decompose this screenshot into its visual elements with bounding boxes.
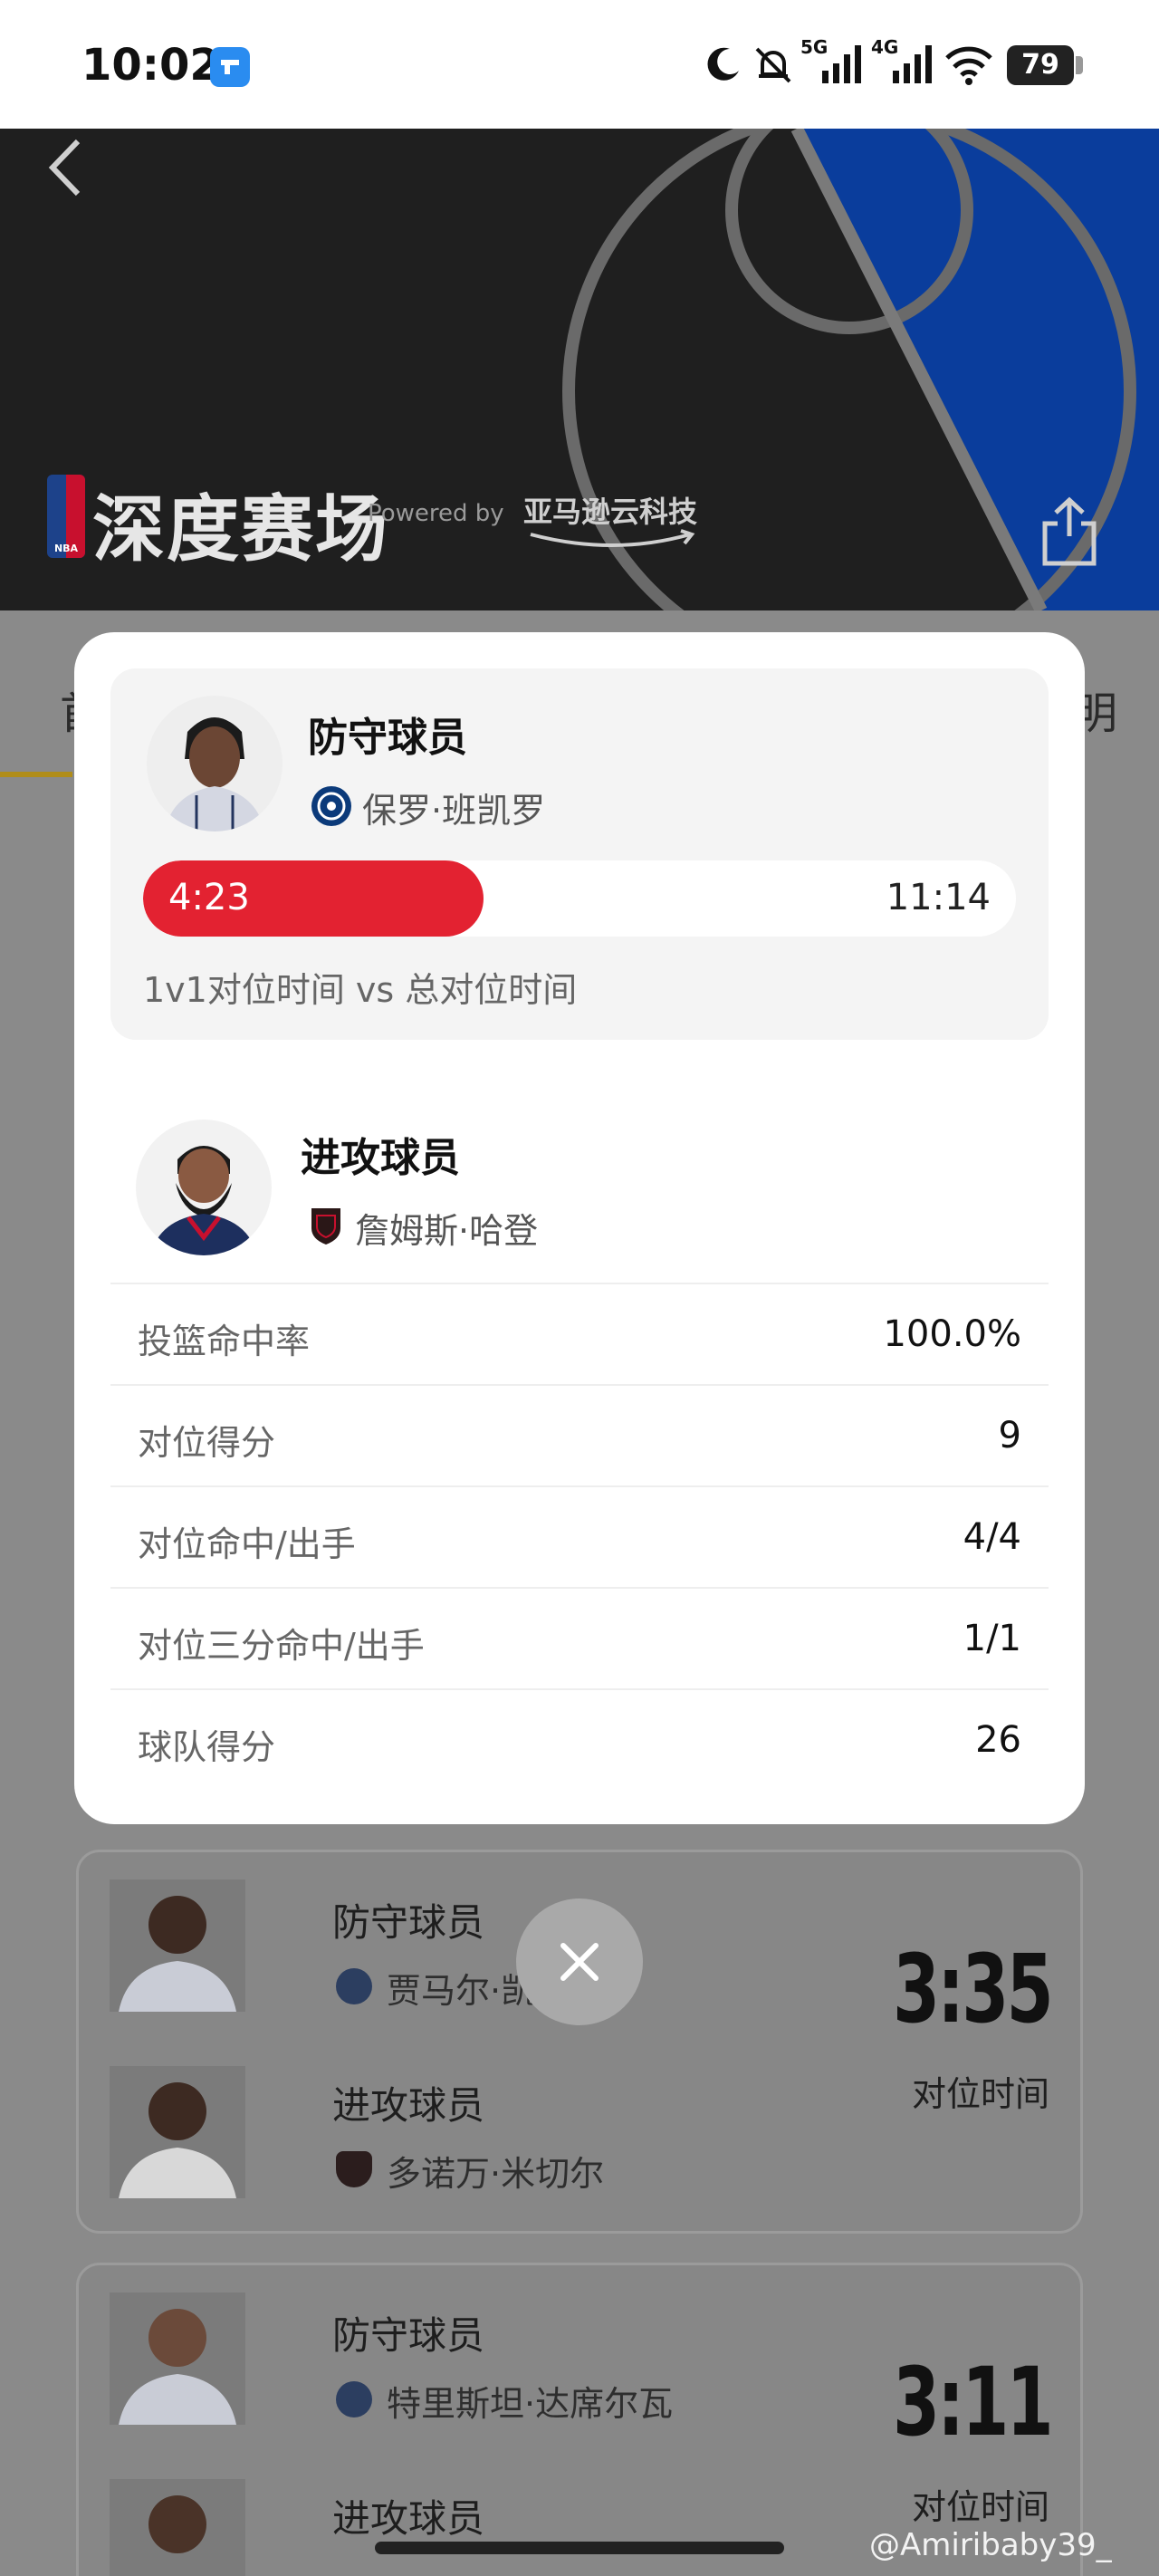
- defender-photo: [110, 2292, 245, 2425]
- stat-label: 投篮命中率: [138, 1322, 311, 1361]
- status-time: 10:02: [81, 40, 220, 91]
- app-notification-icon: [210, 47, 250, 87]
- matchup-time-value: 4:23: [168, 877, 250, 918]
- status-bar: 10:02 5G 4G 79: [0, 0, 1159, 129]
- defender-role: 防守球员: [308, 715, 467, 761]
- stat-value: 4/4: [963, 1516, 1021, 1558]
- battery-tip: [1076, 56, 1083, 74]
- stat-label: 对位得分: [138, 1423, 276, 1463]
- matchup-time-label: 对位时间: [911, 2487, 1049, 2527]
- attacker-role: 进攻球员: [332, 2083, 485, 2128]
- defender-panel: 防守球员 保罗·班凯罗 4:23 11:14 1v1对位时间 vs 总对位时间: [110, 668, 1049, 1040]
- defender-name: 保罗·班凯罗: [362, 791, 546, 831]
- magic-logo-icon: [311, 786, 351, 826]
- mute-bell-icon: [755, 47, 791, 83]
- matchup-time: 3:35: [893, 1934, 1054, 2044]
- stat-value: 1/1: [963, 1618, 1021, 1659]
- defender-photo: [110, 1879, 245, 2012]
- hero-title: 深度赛场: [92, 487, 389, 572]
- stat-row-fgm-fga: 对位命中/出手 4/4: [110, 1485, 1049, 1587]
- signal-5g-icon: [822, 45, 861, 83]
- close-modal-button[interactable]: [516, 1898, 643, 2025]
- matchup-detail-modal: 防守球员 保罗·班凯罗 4:23 11:14 1v1对位时间 vs 总对位时间 …: [74, 632, 1085, 1824]
- attacker-photo: [110, 2066, 245, 2198]
- partner-name: 亚马逊云科技: [523, 495, 698, 529]
- wifi-icon: [945, 46, 992, 85]
- stat-label: 对位命中/出手: [138, 1524, 356, 1564]
- stat-row-fg-pct: 投篮命中率 100.0%: [110, 1283, 1049, 1384]
- partner-smile-icon: [530, 529, 695, 547]
- attacker-photo: [110, 2479, 245, 2576]
- signal-4g-icon: [893, 45, 932, 83]
- matchup-time-bar: 4:23 11:14: [143, 860, 1016, 937]
- matchup-time-caption: 1v1对位时间 vs 总对位时间: [143, 970, 578, 1010]
- stat-label: 对位三分命中/出手: [138, 1626, 425, 1666]
- battery-level: 79: [1007, 45, 1074, 85]
- attacker-name: 詹姆斯·哈登: [355, 1211, 539, 1251]
- clippers-logo-icon: [311, 1208, 340, 1245]
- attacker-name: 多诺万·米切尔: [387, 2154, 605, 2194]
- stat-row-points: 对位得分 9: [110, 1384, 1049, 1485]
- stat-value: 9: [998, 1415, 1021, 1456]
- attacker-role: 进攻球员: [301, 1135, 460, 1181]
- stat-value: 26: [975, 1719, 1021, 1761]
- back-arrow-icon[interactable]: [43, 136, 87, 199]
- defender-role: 防守球员: [332, 2313, 485, 2358]
- watermark: @Amiribaby39_: [869, 2527, 1112, 2563]
- defender-name: 特里斯坦·达席尔瓦: [387, 2384, 674, 2424]
- nba-logo-icon: NBA: [47, 475, 85, 558]
- stat-value: 100.0%: [883, 1313, 1021, 1355]
- matchup-stats-list: 投篮命中率 100.0% 对位得分 9 对位命中/出手 4/4 对位三分命中/出…: [110, 1283, 1049, 1790]
- magic-logo-icon: [336, 2381, 372, 2417]
- stat-row-team-points: 球队得分 26: [110, 1688, 1049, 1790]
- stat-label: 球队得分: [138, 1727, 276, 1767]
- share-icon[interactable]: [1039, 496, 1099, 569]
- home-indicator[interactable]: [375, 2542, 784, 2554]
- matchup-time-label: 对位时间: [911, 2074, 1049, 2114]
- attacker-avatar: [136, 1120, 272, 1255]
- cavaliers-logo-icon: [336, 2151, 372, 2187]
- stat-row-3pm-3pa: 对位三分命中/出手 1/1: [110, 1587, 1049, 1688]
- moon-icon: [707, 47, 739, 81]
- powered-by-label: Powered by: [368, 500, 504, 527]
- close-icon: [560, 1943, 599, 1981]
- total-time-value: 11:14: [886, 877, 991, 918]
- attacker-role: 进攻球员: [332, 2496, 485, 2541]
- active-tab-indicator: [0, 772, 72, 777]
- defender-avatar: [147, 696, 283, 831]
- defender-role: 防守球员: [332, 1900, 485, 1945]
- magic-logo-icon: [336, 1968, 372, 2004]
- matchup-time: 3:11: [893, 2347, 1054, 2457]
